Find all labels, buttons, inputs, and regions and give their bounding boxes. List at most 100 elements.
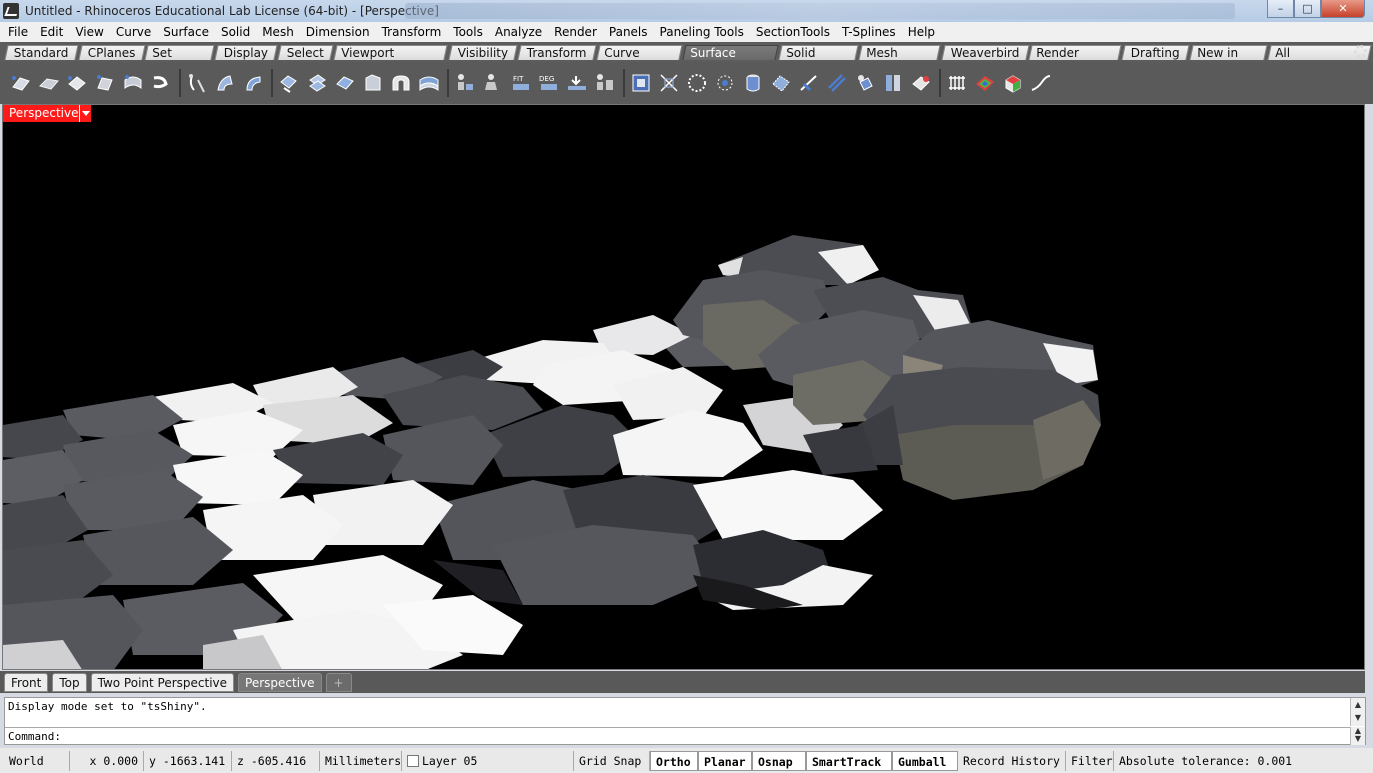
menu-t-splines[interactable]: T-Splines <box>836 22 902 42</box>
tab-transform[interactable]: Transform <box>517 45 597 60</box>
command-input[interactable]: Command: <box>5 727 1350 745</box>
cylinder-icon[interactable] <box>742 72 764 94</box>
scroll-down-icon[interactable]: ▼ <box>1355 713 1361 722</box>
tab-surface-tools[interactable]: Surface Tools <box>682 45 779 75</box>
symmetry-icon[interactable] <box>882 72 904 94</box>
menu-render[interactable]: Render <box>548 22 603 42</box>
tab-perspective[interactable]: Perspective <box>238 672 322 692</box>
surface-from-edge-curves-icon[interactable] <box>38 72 60 94</box>
offset-surface-icon[interactable] <box>334 72 356 94</box>
rail-revolve-icon[interactable] <box>214 72 236 94</box>
gear-icon[interactable] <box>1354 45 1367 58</box>
point-on-surface-icon[interactable] <box>714 72 736 94</box>
rhino-window: Untitled - Rhinoceros Educational Lab Li… <box>0 0 1373 773</box>
command-scrollbar[interactable]: ▲ ▼ <box>1350 727 1365 745</box>
tab-set-view[interactable]: Set View <box>144 45 215 75</box>
menu-transform[interactable]: Transform <box>376 22 448 42</box>
edge-tools-icon[interactable] <box>770 72 792 94</box>
menu-solid[interactable]: Solid <box>215 22 256 42</box>
minimize-button[interactable]: – <box>1267 0 1294 18</box>
draft-angle-icon[interactable] <box>1030 72 1052 94</box>
planar-surface-icon[interactable] <box>66 72 88 94</box>
curvature-analysis-icon[interactable] <box>1002 72 1024 94</box>
menu-tools[interactable]: Tools <box>447 22 489 42</box>
tab-cplanes[interactable]: CPlanes <box>77 45 145 60</box>
merge-surface-icon[interactable] <box>454 72 476 94</box>
add-viewport-tab-button[interactable]: + <box>325 672 352 692</box>
menu-analyze[interactable]: Analyze <box>489 22 548 42</box>
menu-curve[interactable]: Curve <box>110 22 157 42</box>
rhino-app-icon[interactable] <box>3 3 19 19</box>
untrim-icon[interactable] <box>482 72 504 94</box>
smarttrack-toggle[interactable]: SmartTrack <box>806 750 892 771</box>
network-surface-icon[interactable] <box>242 72 264 94</box>
menu-view[interactable]: View <box>69 22 109 42</box>
scroll-up-icon[interactable]: ▲ <box>1355 700 1361 709</box>
viewport-title[interactable]: Perspective <box>3 105 91 122</box>
planar-toggle[interactable]: Planar <box>698 750 752 771</box>
tab-render-tools[interactable]: Render Tools <box>1028 45 1123 75</box>
menu-surface[interactable]: Surface <box>157 22 215 42</box>
tab-select[interactable]: Select <box>277 45 334 60</box>
tab-front[interactable]: Front <box>4 672 49 692</box>
tab-solid-tools[interactable]: Solid Tools <box>778 45 859 75</box>
tab-top[interactable]: Top <box>52 672 87 692</box>
layer-status[interactable]: Layer 05 <box>402 750 574 771</box>
sweep-icon[interactable] <box>150 72 172 94</box>
blend-surface-icon[interactable] <box>306 72 328 94</box>
revolve-icon[interactable] <box>186 72 208 94</box>
chamfer-surface-icon[interactable] <box>390 72 412 94</box>
menu-paneling-tools[interactable]: Paneling Tools <box>654 22 750 42</box>
loft-icon[interactable] <box>122 72 144 94</box>
cplane-status[interactable]: World <box>0 750 70 771</box>
tab-visibility[interactable]: Visibility <box>447 45 518 60</box>
surface-analysis-icon[interactable] <box>910 72 932 94</box>
close-button[interactable]: ✕ <box>1321 0 1365 18</box>
match-surface-icon[interactable] <box>418 72 440 94</box>
patch-icon[interactable] <box>278 72 300 94</box>
tab-display[interactable]: Display <box>214 45 278 60</box>
fillet-surface-icon[interactable] <box>362 72 384 94</box>
extend-surface-icon[interactable] <box>854 72 876 94</box>
tab-mesh-tools[interactable]: Mesh Tools <box>858 45 942 75</box>
osnap-toggle[interactable]: Osnap <box>752 750 806 771</box>
split-edge-icon[interactable] <box>798 72 820 94</box>
change-degree-icon[interactable]: DEG <box>538 72 560 94</box>
units-status[interactable]: Millimeters <box>320 750 402 771</box>
paneling-grid-icon[interactable] <box>946 72 968 94</box>
rebuild-surface-icon[interactable] <box>566 72 588 94</box>
history-scrollbar[interactable]: ▲ ▼ <box>1350 698 1365 726</box>
scroll-down-icon[interactable]: ▼ <box>1355 734 1361 743</box>
menu-edit[interactable]: Edit <box>34 22 69 42</box>
perspective-viewport[interactable]: Perspective <box>2 104 1365 670</box>
menu-section-tools[interactable]: SectionTools <box>750 22 836 42</box>
tab-curve-tools[interactable]: Curve Tools <box>595 45 683 75</box>
zebra-analysis-icon[interactable] <box>974 72 996 94</box>
control-points-icon[interactable] <box>658 72 680 94</box>
edit-points-icon[interactable] <box>630 72 652 94</box>
menu-panels[interactable]: Panels <box>603 22 654 42</box>
tab-viewport-layout[interactable]: Viewport Layout <box>333 45 449 75</box>
surface-from-points-icon[interactable] <box>10 72 32 94</box>
tab-new-in-v5[interactable]: New in V5 <box>1189 45 1268 75</box>
ortho-toggle[interactable]: Ortho <box>650 750 698 771</box>
grid-snap-toggle[interactable]: Grid Snap <box>574 750 650 771</box>
extrude-curve-icon[interactable] <box>94 72 116 94</box>
tab-weaverbird[interactable]: Weaverbird <box>940 45 1029 60</box>
fit-surface-icon[interactable]: FIT <box>510 72 532 94</box>
viewport-menu-dropdown[interactable] <box>79 105 91 122</box>
tab-two-point-perspective[interactable]: Two Point Perspective <box>90 672 235 692</box>
gumball-toggle[interactable]: Gumball <box>892 750 958 771</box>
record-history-toggle[interactable]: Record History <box>958 750 1066 771</box>
filter-toggle[interactable]: Filter <box>1066 750 1114 771</box>
menu-file[interactable]: File <box>2 22 34 42</box>
tab-drafting[interactable]: Drafting <box>1121 45 1190 60</box>
menu-help[interactable]: Help <box>902 22 941 42</box>
menu-mesh[interactable]: Mesh <box>256 22 300 42</box>
menu-dimension[interactable]: Dimension <box>300 22 376 42</box>
isocurve-icon[interactable] <box>826 72 848 94</box>
shrink-trimmed-surface-icon[interactable] <box>594 72 616 94</box>
tab-standard[interactable]: Standard <box>4 45 79 60</box>
circle-points-icon[interactable] <box>686 72 708 94</box>
maximize-button[interactable]: □ <box>1294 0 1321 18</box>
